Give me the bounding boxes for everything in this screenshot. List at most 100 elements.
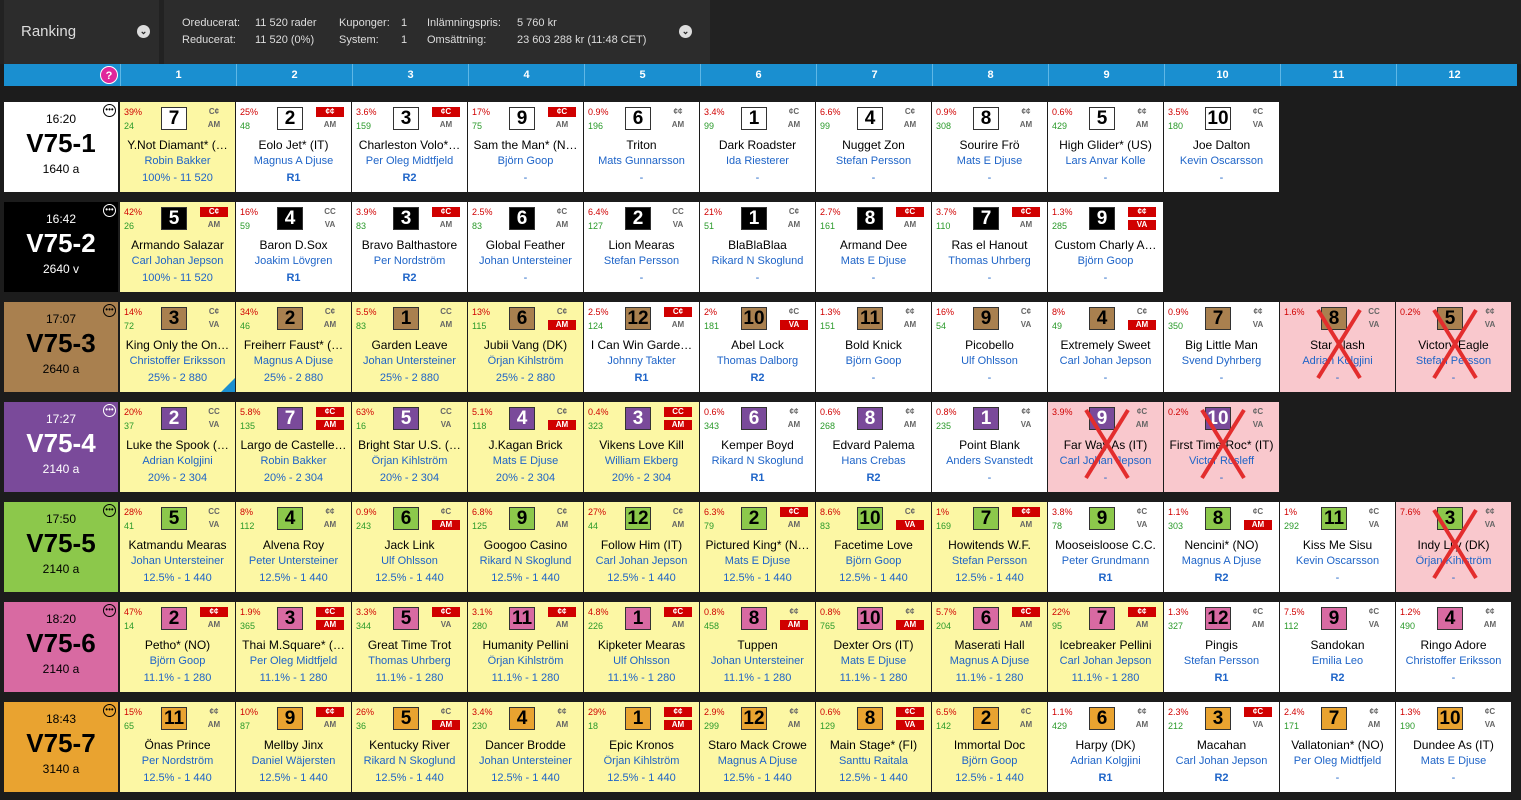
horse-number[interactable]: 3 (1205, 707, 1231, 730)
chevron-down-icon[interactable]: ⌄ (679, 25, 692, 38)
starter-cell[interactable]: 26% 36 5 ¢C AM Kentucky River Rikard N Skoglun… (352, 702, 467, 792)
starter-cell[interactable]: 2% 181 10 ¢C VA Abel Lock Thomas Dalborg R2 (700, 302, 815, 392)
horse-number[interactable]: 2 (625, 207, 651, 230)
starter-cell[interactable]: 8% 49 4 C¢ AM Extremely Sweet Carl Johan Jepso… (1048, 302, 1163, 392)
horse-number[interactable]: 10 (857, 507, 883, 530)
horse-number[interactable]: 5 (1089, 107, 1115, 130)
horse-number[interactable]: 6 (509, 207, 535, 230)
horse-number[interactable]: 3 (393, 207, 419, 230)
starter-cell[interactable]: 13% 115 6 C¢ AM Jubii Vang (DK) Örjan Kihlströ… (468, 302, 583, 392)
starter-cell[interactable]: 0.8% 458 8 ¢¢ AM Tuppen Johan Untersteiner 11.1… (700, 602, 815, 692)
horse-number[interactable]: 6 (393, 507, 419, 530)
starter-cell[interactable]: 6.6% 99 4 C¢ AM Nugget Zon Stefan Persson - (816, 102, 931, 192)
horse-number[interactable]: 10 (857, 607, 883, 630)
horse-number[interactable]: 7 (973, 507, 999, 530)
horse-number[interactable]: 2 (741, 507, 767, 530)
starter-cell[interactable]: 15% 65 11 ¢¢ AM Önas Prince Per Nordström 12.5%… (120, 702, 235, 792)
horse-number[interactable]: 4 (1437, 607, 1463, 630)
starter-cell[interactable]: 27% 44 12 C¢ AM Follow Him (IT) Carl Johan Jep… (584, 502, 699, 592)
starter-cell[interactable]: 6.3% 79 2 ¢C AM Pictured King* (N… Mats E Djus… (700, 502, 815, 592)
starter-cell[interactable]: 0.9% 308 8 ¢¢ AM Sourire Frö Mats E Djuse - (932, 102, 1047, 192)
starter-cell[interactable]: 1.3% 285 9 ¢¢ VA Custom Charly A… Björn Goop - (1048, 202, 1163, 292)
starter-cell[interactable]: 47% 14 2 ¢¢ AM Petho* (NO) Björn Goop 11.1% - 1… (120, 602, 235, 692)
horse-number[interactable]: 3 (277, 607, 303, 630)
ranking-dropdown[interactable]: Ranking ⌄ (4, 0, 159, 64)
starter-cell[interactable]: 6.8% 125 9 C¢ AM Googoo Casino Rikard N Skoglu… (468, 502, 583, 592)
starter-cell[interactable]: 8% 112 4 ¢¢ AM Alvena Roy Peter Untersteiner 12… (236, 502, 351, 592)
starter-cell[interactable]: 2.9% 299 12 ¢¢ AM Staro Mack Crowe Magnus A Dj… (700, 702, 815, 792)
starter-cell[interactable]: 1% 169 7 ¢¢ AM Howitends W.F. Stefan Persson 12… (932, 502, 1047, 592)
starter-cell[interactable]: 0.6% 429 5 ¢¢ AM High Glider* (US) Lars Anvar … (1048, 102, 1163, 192)
starter-cell[interactable]: 16% 54 9 C¢ VA Picobello Ulf Ohlsson - (932, 302, 1047, 392)
horse-number[interactable]: 4 (277, 207, 303, 230)
horse-number[interactable]: 7 (973, 207, 999, 230)
starter-cell[interactable]: 1.3% 190 10 ¢C VA Dundee As (IT) Mats E Djuse - (1396, 702, 1511, 792)
starter-cell[interactable]: 3.1% 280 11 ¢¢ AM Humanity Pellini Örjan Kihls… (468, 602, 583, 692)
starter-cell[interactable]: 1.6% 8 CC VA Star Flash Adrian Kolgjini - (1280, 302, 1395, 392)
starter-cell[interactable]: 0.2% 5 ¢¢ VA Victory Eagle Stefan Persson - (1396, 302, 1511, 392)
starter-cell[interactable]: 3.6% 159 3 ¢C AM Charleston Volo*… Per Oleg Mi… (352, 102, 467, 192)
starter-cell[interactable]: 1.3% 327 12 ¢C AM Pingis Stefan Persson R1 (1164, 602, 1279, 692)
horse-number[interactable]: 8 (741, 607, 767, 630)
horse-number[interactable]: 7 (1321, 707, 1347, 730)
horse-number[interactable]: 4 (857, 107, 883, 130)
starter-cell[interactable]: 3.4% 230 4 ¢¢ AM Dancer Brodde Johan Unterstei… (468, 702, 583, 792)
starter-cell[interactable]: 1% 292 11 ¢C VA Kiss Me Sisu Kevin Oscarsson - (1280, 502, 1395, 592)
horse-number[interactable]: 11 (1321, 507, 1347, 530)
horse-number[interactable]: 7 (277, 407, 303, 430)
starter-cell[interactable]: 0.9% 196 6 ¢¢ AM Triton Mats Gunnarsson - (584, 102, 699, 192)
horse-number[interactable]: 1 (741, 207, 767, 230)
horse-number[interactable]: 7 (1205, 307, 1231, 330)
horse-number[interactable]: 10 (741, 307, 767, 330)
more-options-icon[interactable]: ••• (103, 404, 116, 417)
horse-number[interactable]: 1 (625, 607, 651, 630)
starter-cell[interactable]: 63% 16 5 CC VA Bright Star U.S. (… Örjan Kihls… (352, 402, 467, 492)
starter-cell[interactable]: 5.8% 135 7 ¢C AM Largo de Castelle… Robin Bakk… (236, 402, 351, 492)
horse-number[interactable]: 9 (509, 107, 535, 130)
starter-cell[interactable]: 6.5% 142 2 ¢C AM Immortal Doc Björn Goop 12.5% … (932, 702, 1047, 792)
starter-cell[interactable]: 0.2% 10 ¢C VA First Time Roc* (IT) Victor Ros… (1164, 402, 1279, 492)
starter-cell[interactable]: 25% 48 2 ¢¢ AM Eolo Jet* (IT) Magnus A Djuse R1 (236, 102, 351, 192)
horse-number[interactable]: 10 (1437, 707, 1463, 730)
starter-cell[interactable]: 1.1% 429 6 ¢¢ AM Harpy (DK) Adrian Kolgjini R1 (1048, 702, 1163, 792)
horse-number[interactable]: 1 (973, 407, 999, 430)
more-options-icon[interactable]: ••• (103, 604, 116, 617)
horse-number[interactable]: 4 (1089, 307, 1115, 330)
starter-cell[interactable]: 0.8% 235 1 ¢¢ VA Point Blank Anders Svanstedt - (932, 402, 1047, 492)
starter-cell[interactable]: 14% 72 3 C¢ VA King Only the On… Christoffer E… (120, 302, 235, 392)
horse-number[interactable]: 3 (625, 407, 651, 430)
starter-cell[interactable]: 3.9% 9 ¢C AM Far Way As (IT) Carl Johan Jepso… (1048, 402, 1163, 492)
horse-number[interactable]: 2 (277, 307, 303, 330)
starter-cell[interactable]: 2.5% 83 6 ¢C AM Global Feather Johan Unterstei… (468, 202, 583, 292)
starter-cell[interactable]: 1.3% 151 11 ¢¢ AM Bold Knick Björn Goop - (816, 302, 931, 392)
starter-cell[interactable]: 5.1% 118 4 C¢ AM J.Kagan Brick Mats E Djuse 20%… (468, 402, 583, 492)
starter-cell[interactable]: 5.7% 204 6 ¢C AM Maserati Hall Magnus A Djuse 1… (932, 602, 1047, 692)
horse-number[interactable]: 9 (1089, 207, 1115, 230)
starter-cell[interactable]: 42% 26 5 C¢ AM Armando Salazar Carl Johan Jeps… (120, 202, 235, 292)
starter-cell[interactable]: 0.9% 350 7 ¢¢ VA Big Little Man Svend Dyhrberg… (1164, 302, 1279, 392)
starter-cell[interactable]: 16% 59 4 CC VA Baron D.Sox Joakim Lövgren R1 (236, 202, 351, 292)
horse-number[interactable]: 4 (277, 507, 303, 530)
starter-cell[interactable]: 34% 46 2 C¢ AM Freiherr Faust* (… Magnus A Dju… (236, 302, 351, 392)
horse-number[interactable]: 6 (625, 107, 651, 130)
more-options-icon[interactable]: ••• (103, 704, 116, 717)
horse-number[interactable]: 6 (741, 407, 767, 430)
horse-number[interactable]: 9 (509, 507, 535, 530)
horse-number[interactable]: 12 (741, 707, 767, 730)
horse-number[interactable]: 5 (393, 407, 419, 430)
horse-number[interactable]: 8 (857, 407, 883, 430)
starter-cell[interactable]: 0.6% 129 8 ¢C VA Main Stage* (FI) Santtu Raita… (816, 702, 931, 792)
horse-number[interactable]: 2 (161, 407, 187, 430)
starter-cell[interactable]: 22% 95 7 ¢¢ AM Icebreaker Pellini Carl Johan J… (1048, 602, 1163, 692)
starter-cell[interactable]: 0.6% 343 6 ¢¢ AM Kemper Boyd Rikard N Skoglund… (700, 402, 815, 492)
more-options-icon[interactable]: ••• (103, 104, 116, 117)
horse-number[interactable]: 11 (509, 607, 535, 630)
starter-cell[interactable]: 8.6% 83 10 C¢ VA Facetime Love Björn Goop 12.5%… (816, 502, 931, 592)
starter-cell[interactable]: 10% 87 9 ¢¢ AM Mellby Jinx Daniel Wäjersten 12.… (236, 702, 351, 792)
horse-number[interactable]: 5 (161, 207, 187, 230)
starter-cell[interactable]: 21% 51 1 C¢ AM BlaBlaBlaa Rikard N Skoglund - (700, 202, 815, 292)
horse-number[interactable]: 3 (161, 307, 187, 330)
starter-cell[interactable]: 5.5% 83 1 CC AM Garden Leave Johan Untersteine… (352, 302, 467, 392)
starter-cell[interactable]: 17% 75 9 ¢C AM Sam the Man* (N… Björn Goop - (468, 102, 583, 192)
horse-number[interactable]: 12 (1205, 607, 1231, 630)
